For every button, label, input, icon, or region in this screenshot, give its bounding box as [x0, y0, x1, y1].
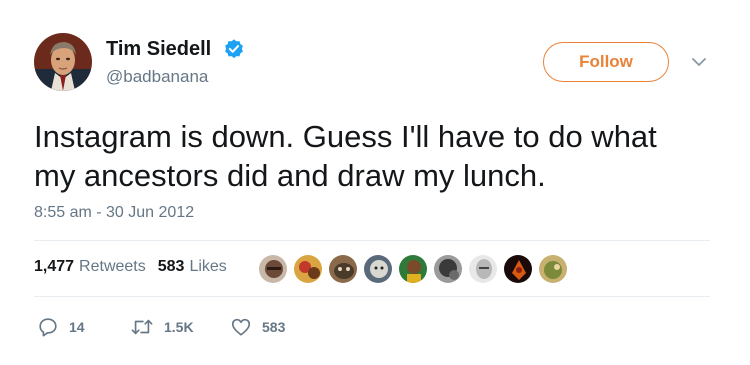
reply-count: 14 — [69, 319, 85, 335]
like-count: 583 — [262, 319, 286, 335]
likes-count: 583 — [157, 258, 185, 275]
like-button[interactable]: 583 — [230, 316, 285, 338]
likes-label: Likes — [189, 258, 227, 275]
retweet-button[interactable]: 1.5K — [130, 316, 194, 338]
divider — [34, 240, 710, 241]
liker-avatar-4[interactable] — [363, 254, 393, 284]
verified-badge-icon — [225, 39, 243, 59]
liker-avatar-3[interactable] — [328, 254, 358, 284]
liker-avatar-7[interactable] — [468, 254, 498, 284]
liker-avatar-9[interactable] — [538, 254, 568, 284]
tweet-text: Instagram is down. Guess I'll have to do… — [34, 117, 724, 195]
likes-stat[interactable]: 583 Likes — [158, 258, 227, 276]
reply-icon — [39, 318, 57, 337]
chevron-down-icon[interactable] — [690, 56, 708, 68]
retweet-icon — [131, 319, 153, 335]
liker-avatar-2[interactable] — [293, 254, 323, 284]
tweet-text-line-1: Instagram is down. Guess I'll have to do… — [34, 119, 657, 154]
reply-button[interactable]: 14 — [37, 316, 85, 338]
liker-avatar-1[interactable] — [258, 254, 288, 284]
follow-button[interactable]: Follow — [543, 42, 669, 82]
divider — [34, 296, 710, 297]
tweet-stats: 1,477 Retweets 583 Likes — [34, 258, 227, 276]
retweets-label: Retweets — [79, 258, 146, 275]
tweet-timestamp[interactable]: 8:55 am - 30 Jun 2012 — [34, 204, 194, 222]
tweet-text-line-2: my ancestors did and draw my lunch. — [34, 158, 546, 193]
heart-icon — [231, 318, 251, 336]
retweet-count: 1.5K — [164, 319, 194, 335]
tweet-actions: 14 1.5K 583 — [34, 316, 334, 338]
display-name[interactable]: Tim Siedell — [106, 38, 211, 61]
tweet-card: Tim Siedell @badbanana Follow Instagram … — [0, 0, 750, 365]
liker-avatar-5[interactable] — [398, 254, 428, 284]
retweets-count: 1,477 — [34, 258, 75, 275]
liker-avatar-6[interactable] — [433, 254, 463, 284]
user-handle[interactable]: @badbanana — [106, 67, 208, 87]
retweets-stat[interactable]: 1,477 Retweets — [34, 258, 146, 276]
profile-avatar[interactable] — [34, 33, 92, 91]
liker-avatar-8[interactable] — [503, 254, 533, 284]
liker-avatars — [258, 252, 573, 286]
